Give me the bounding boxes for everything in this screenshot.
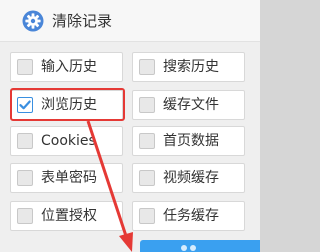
clear-records-dialog: 清除记录 输入历史 搜索历史 浏览历史 缓存文件 Cookies 首页数据 表单…	[0, 0, 260, 252]
annotation-arrow-icon	[86, 120, 133, 252]
